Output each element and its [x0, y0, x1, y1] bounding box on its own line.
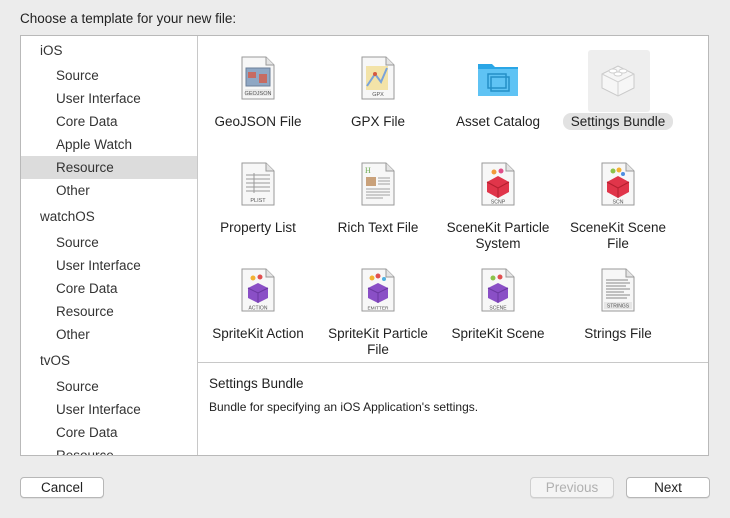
template-geojson-file[interactable]: GEOJSON GeoJSON File — [198, 46, 318, 152]
sidebar-section-watchos[interactable]: watchOS — [21, 205, 197, 228]
template-label: Settings Bundle — [558, 113, 678, 130]
spritekit-particle-icon: EMITTER — [361, 268, 395, 312]
geojson-badge: GEOJSON — [245, 91, 272, 97]
template-label: SpriteKit Particle File — [328, 326, 428, 357]
template-label: SpriteKit Scene — [451, 326, 545, 341]
svg-text:ACTION: ACTION — [249, 306, 268, 312]
template-spritekit-action[interactable]: ACTION SpriteKit Action — [198, 258, 318, 364]
template-rich-text-file[interactable]: H Rich Text File — [318, 152, 438, 258]
svg-text:PLIST: PLIST — [250, 198, 266, 204]
template-asset-catalog[interactable]: Asset Catalog — [438, 46, 558, 152]
gpx-badge: GPX — [372, 92, 384, 98]
dialog-heading: Choose a template for your new file: — [20, 11, 237, 26]
template-label: Property List — [220, 220, 296, 235]
template-property-list[interactable]: PLIST Property List — [198, 152, 318, 258]
template-chooser-panel: iOS Source User Interface Core Data Appl… — [20, 35, 709, 456]
sidebar-item-watchos-resource[interactable]: Resource — [21, 300, 197, 323]
template-spritekit-scene[interactable]: SCENE SpriteKit Scene — [438, 258, 558, 364]
sidebar-section-tvos[interactable]: tvOS — [21, 349, 197, 372]
description-text: Bundle for specifying an iOS Application… — [209, 400, 479, 414]
template-label: Asset Catalog — [455, 114, 541, 129]
template-label: SpriteKit Action — [212, 326, 304, 341]
scenekit-particle-icon: SCNP — [481, 162, 515, 206]
sidebar-item-ios-apple-watch[interactable]: Apple Watch — [21, 133, 197, 156]
svg-text:SCENE: SCENE — [489, 306, 507, 312]
previous-button[interactable]: Previous — [530, 477, 614, 498]
strings-file-icon: STRINGS — [601, 268, 635, 312]
template-spritekit-particle-file[interactable]: EMITTER SpriteKit Particle File — [318, 258, 438, 364]
svg-text:EMITTER: EMITTER — [367, 306, 389, 312]
template-strings-file[interactable]: STRINGS Strings File — [558, 258, 678, 364]
sidebar-item-watchos-user-interface[interactable]: User Interface — [21, 254, 197, 277]
svg-text:GEOJSON: GEOJSON — [245, 91, 272, 97]
template-label: Strings File — [584, 326, 652, 341]
svg-text:H: H — [365, 166, 371, 175]
rich-text-file-icon: H — [361, 162, 395, 206]
template-label: GPX File — [350, 114, 405, 129]
sidebar-item-ios-other[interactable]: Other — [21, 179, 197, 202]
sidebar-item-ios-resource[interactable]: Resource — [21, 156, 197, 179]
sidebar-item-ios-user-interface[interactable]: User Interface — [21, 87, 197, 110]
svg-text:SCN: SCN — [613, 200, 624, 206]
svg-text:GPX: GPX — [372, 92, 384, 98]
sidebar-item-ios-source[interactable]: Source — [21, 64, 197, 87]
sidebar-item-tvos-user-interface[interactable]: User Interface — [21, 398, 197, 421]
template-scenekit-scene-file[interactable]: SCN SceneKit Scene File — [558, 152, 678, 258]
plist-file-icon: PLIST — [241, 162, 275, 206]
template-grid: GEOJSON GeoJSON File GPX GPX File Asset … — [198, 36, 708, 363]
template-label: GeoJSON File — [214, 114, 302, 129]
lego-brick-icon — [601, 65, 635, 97]
template-scenekit-particle-system[interactable]: SCNP SceneKit Particle System — [438, 152, 558, 258]
folder-icon — [478, 64, 518, 96]
spritekit-scene-icon: SCENE — [481, 268, 515, 312]
description-title: Settings Bundle — [209, 376, 304, 391]
sidebar-section-ios[interactable]: iOS — [21, 39, 197, 62]
template-settings-bundle[interactable]: Settings Bundle — [558, 46, 678, 152]
sidebar-item-watchos-other[interactable]: Other — [21, 323, 197, 346]
next-button[interactable]: Next — [626, 477, 710, 498]
sidebar-item-watchos-core-data[interactable]: Core Data — [21, 277, 197, 300]
template-gpx-file[interactable]: GPX GPX File — [318, 46, 438, 152]
template-label: SceneKit Scene File — [569, 220, 667, 251]
sidebar-item-tvos-source[interactable]: Source — [21, 375, 197, 398]
spritekit-action-icon: ACTION — [241, 268, 275, 312]
template-label: SceneKit Particle System — [446, 220, 550, 251]
svg-text:SCNP: SCNP — [491, 200, 506, 206]
sidebar-item-watchos-source[interactable]: Source — [21, 231, 197, 254]
sidebar-item-tvos-core-data[interactable]: Core Data — [21, 421, 197, 444]
sidebar-item-ios-core-data[interactable]: Core Data — [21, 110, 197, 133]
scenekit-scene-icon: SCN — [601, 162, 635, 206]
platform-category-sidebar[interactable]: iOS Source User Interface Core Data Appl… — [21, 36, 198, 455]
svg-text:STRINGS: STRINGS — [607, 304, 630, 310]
cancel-button[interactable]: Cancel — [20, 477, 104, 498]
template-description-pane: Settings Bundle Bundle for specifying an… — [198, 363, 708, 455]
sidebar-item-tvos-resource[interactable]: Resource — [21, 444, 197, 455]
template-label: Rich Text File — [337, 220, 419, 235]
